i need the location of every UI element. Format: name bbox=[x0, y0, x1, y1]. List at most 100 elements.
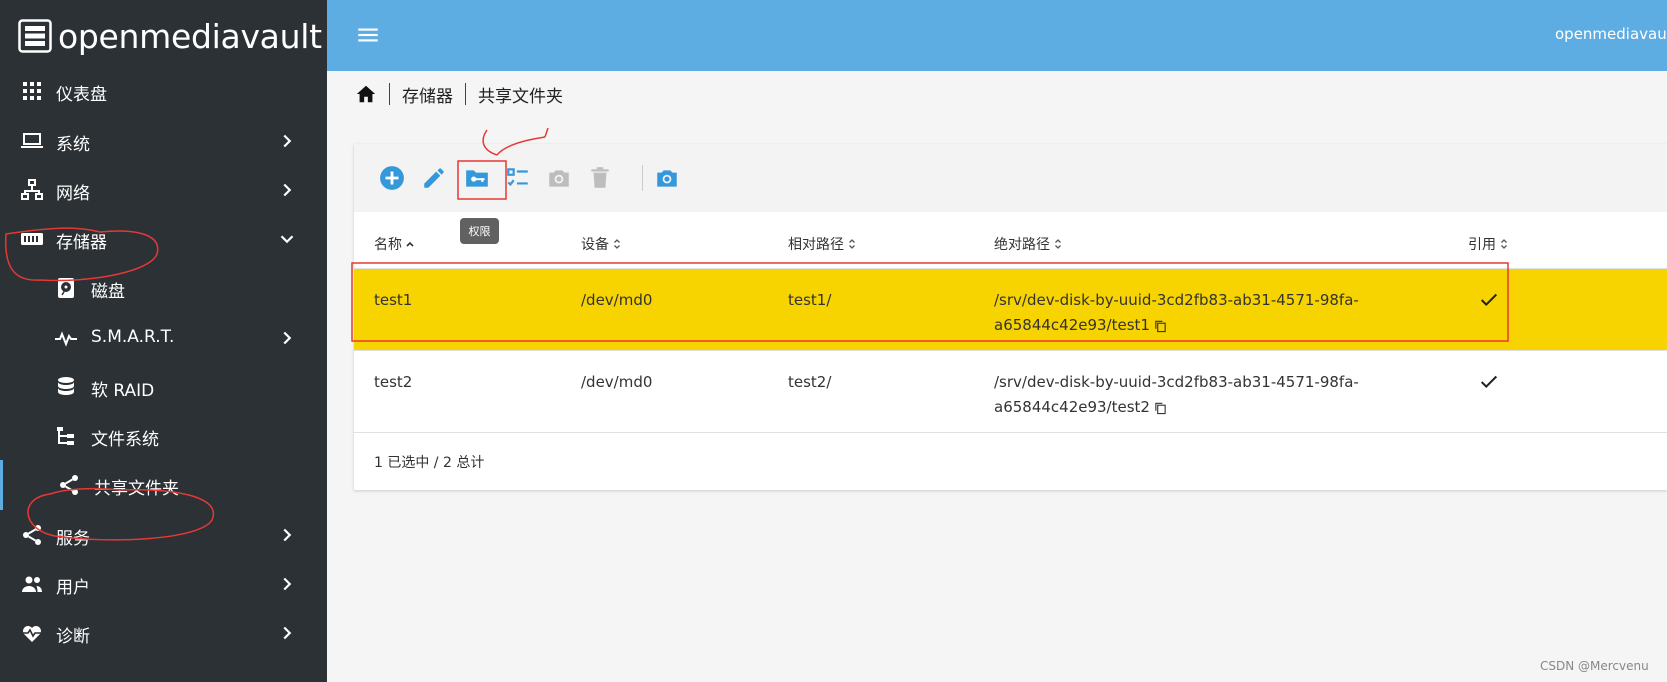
home-icon[interactable] bbox=[355, 83, 377, 105]
sidebar-item-label: 网络 bbox=[56, 184, 90, 204]
sidebar-item-services[interactable]: 服务 bbox=[0, 510, 327, 560]
delete-button[interactable] bbox=[587, 165, 613, 191]
sidebar-item-label: 系统 bbox=[56, 135, 90, 155]
hostname-label: openmediavault bbox=[1555, 25, 1667, 43]
cell-device: /dev/md0 bbox=[581, 291, 653, 309]
column-label: 引用 bbox=[1468, 237, 1496, 253]
sidebar-item-raid[interactable]: 软 RAID bbox=[0, 362, 327, 412]
breadcrumb-shared-folders: 共享文件夹 bbox=[478, 86, 563, 107]
harddisk-icon bbox=[58, 278, 74, 298]
sidebar: openmediavault 仪表盘 系统 网络 存储器 磁盘 S.M.A.R.… bbox=[0, 0, 327, 682]
breadcrumb-separator bbox=[389, 83, 390, 105]
copy-icon[interactable] bbox=[1154, 319, 1167, 333]
sidebar-item-users[interactable]: 用户 bbox=[0, 559, 327, 609]
file-tree-icon bbox=[57, 427, 74, 445]
users-icon bbox=[22, 576, 42, 592]
sidebar-item-shared-folders[interactable]: 共享文件夹 bbox=[0, 460, 330, 510]
sort-icon bbox=[849, 239, 855, 249]
laptop-icon bbox=[21, 133, 43, 148]
sidebar-item-label: 仪表盘 bbox=[56, 85, 107, 105]
sidebar-item-filesystems[interactable]: 文件系统 bbox=[0, 411, 327, 461]
sidebar-item-system[interactable]: 系统 bbox=[0, 116, 327, 166]
sort-asc-icon bbox=[406, 241, 414, 247]
chevron-right-icon bbox=[283, 577, 292, 591]
breadcrumb-separator bbox=[465, 83, 466, 105]
dashboard-icon bbox=[23, 82, 41, 100]
sidebar-item-label: 软 RAID bbox=[91, 381, 155, 401]
sort-icon bbox=[1501, 239, 1507, 249]
chevron-right-icon bbox=[283, 331, 292, 345]
table-row[interactable]: test1 /dev/md0 test1/ /srv/dev-disk-by-u… bbox=[354, 268, 1667, 351]
network-icon bbox=[21, 179, 43, 200]
sort-icon bbox=[614, 239, 620, 249]
logo-text: openmediavault bbox=[58, 16, 322, 56]
breadcrumb-storage[interactable]: 存储器 bbox=[402, 82, 453, 107]
add-button[interactable] bbox=[379, 165, 405, 191]
toolbar-divider bbox=[642, 165, 643, 191]
toolbar bbox=[354, 144, 1667, 212]
storage-icon bbox=[21, 233, 43, 245]
column-header-name[interactable]: 名称 bbox=[374, 234, 415, 254]
snapshot-button[interactable] bbox=[546, 165, 572, 191]
chevron-right-icon bbox=[283, 626, 292, 640]
sidebar-item-disks[interactable]: 磁盘 bbox=[0, 263, 327, 313]
sidebar-item-label: S.M.A.R.T. bbox=[91, 327, 175, 347]
cell-relative-path: test1/ bbox=[788, 291, 832, 309]
column-header-device[interactable]: 设备 bbox=[581, 234, 622, 254]
abspath-line2: a65844c42e93/test1 bbox=[994, 316, 1150, 334]
pulse-icon bbox=[55, 331, 77, 347]
camera-button[interactable] bbox=[654, 165, 680, 191]
cell-device: /dev/md0 bbox=[581, 373, 653, 391]
cell-name: test1 bbox=[374, 291, 413, 309]
table-row[interactable]: test2 /dev/md0 test2/ /srv/dev-disk-by-u… bbox=[354, 350, 1667, 433]
hamburger-menu-icon[interactable] bbox=[355, 22, 381, 48]
column-label: 名称 bbox=[374, 237, 402, 253]
sidebar-item-dashboard[interactable]: 仪表盘 bbox=[0, 66, 327, 116]
edit-button[interactable] bbox=[421, 165, 447, 191]
share-icon bbox=[60, 475, 78, 495]
column-header-relative-path[interactable]: 相对路径 bbox=[788, 234, 857, 254]
table-divider bbox=[354, 432, 1667, 433]
column-label: 绝对路径 bbox=[994, 237, 1050, 253]
database-icon bbox=[58, 377, 74, 395]
sidebar-item-label: 共享文件夹 bbox=[94, 479, 179, 499]
watermark: CSDN @Mercvenu bbox=[1540, 659, 1649, 673]
sidebar-item-label: 诊断 bbox=[56, 627, 90, 647]
sidebar-item-label: 服务 bbox=[56, 529, 90, 549]
cell-absolute-path: /srv/dev-disk-by-uuid-3cd2fb83-ab31-4571… bbox=[994, 370, 1374, 420]
column-header-referenced[interactable]: 引用 bbox=[1468, 234, 1509, 254]
chevron-right-icon bbox=[283, 183, 292, 197]
sidebar-item-smart[interactable]: S.M.A.R.T. bbox=[0, 313, 327, 363]
chevron-down-icon bbox=[280, 235, 294, 244]
sidebar-item-label: 磁盘 bbox=[91, 282, 125, 302]
sidebar-item-diagnostics[interactable]: 诊断 bbox=[0, 608, 327, 658]
column-header-absolute-path[interactable]: 绝对路径 bbox=[994, 234, 1063, 254]
sort-icon bbox=[1055, 239, 1061, 249]
heart-pulse-icon bbox=[22, 626, 41, 642]
check-icon bbox=[1480, 375, 1498, 389]
shared-folders-card: 权限 名称 设备 相对路径 绝对路径 引用 test1 /dev/md0 tes… bbox=[354, 144, 1667, 490]
sidebar-item-storage[interactable]: 存储器 bbox=[0, 214, 327, 264]
chevron-right-icon bbox=[283, 528, 292, 542]
cell-relative-path: test2/ bbox=[788, 373, 832, 391]
sidebar-item-label: 用户 bbox=[56, 578, 90, 598]
copy-icon[interactable] bbox=[1154, 401, 1167, 415]
cell-absolute-path: /srv/dev-disk-by-uuid-3cd2fb83-ab31-4571… bbox=[994, 288, 1374, 338]
abspath-line2: a65844c42e93/test2 bbox=[994, 398, 1150, 416]
app-logo[interactable]: openmediavault bbox=[18, 16, 322, 56]
abspath-line1: /srv/dev-disk-by-uuid-3cd2fb83-ab31-4571… bbox=[994, 291, 1359, 309]
check-icon bbox=[1480, 293, 1498, 307]
abspath-line1: /srv/dev-disk-by-uuid-3cd2fb83-ab31-4571… bbox=[994, 373, 1359, 391]
permissions-button[interactable] bbox=[464, 165, 490, 191]
privileges-list-button[interactable] bbox=[505, 165, 531, 191]
share-icon bbox=[23, 525, 41, 545]
selection-summary: 1 已选中 / 2 总计 bbox=[374, 455, 485, 471]
permissions-tooltip: 权限 bbox=[460, 218, 499, 244]
breadcrumb: 存储器 共享文件夹 bbox=[355, 80, 563, 108]
sidebar-item-network[interactable]: 网络 bbox=[0, 165, 327, 215]
top-bar: openmediavault bbox=[327, 0, 1667, 71]
cell-name: test2 bbox=[374, 373, 413, 391]
column-label: 相对路径 bbox=[788, 237, 844, 253]
sidebar-item-label: 文件系统 bbox=[91, 430, 159, 450]
openmediavault-logo-icon bbox=[18, 19, 52, 53]
